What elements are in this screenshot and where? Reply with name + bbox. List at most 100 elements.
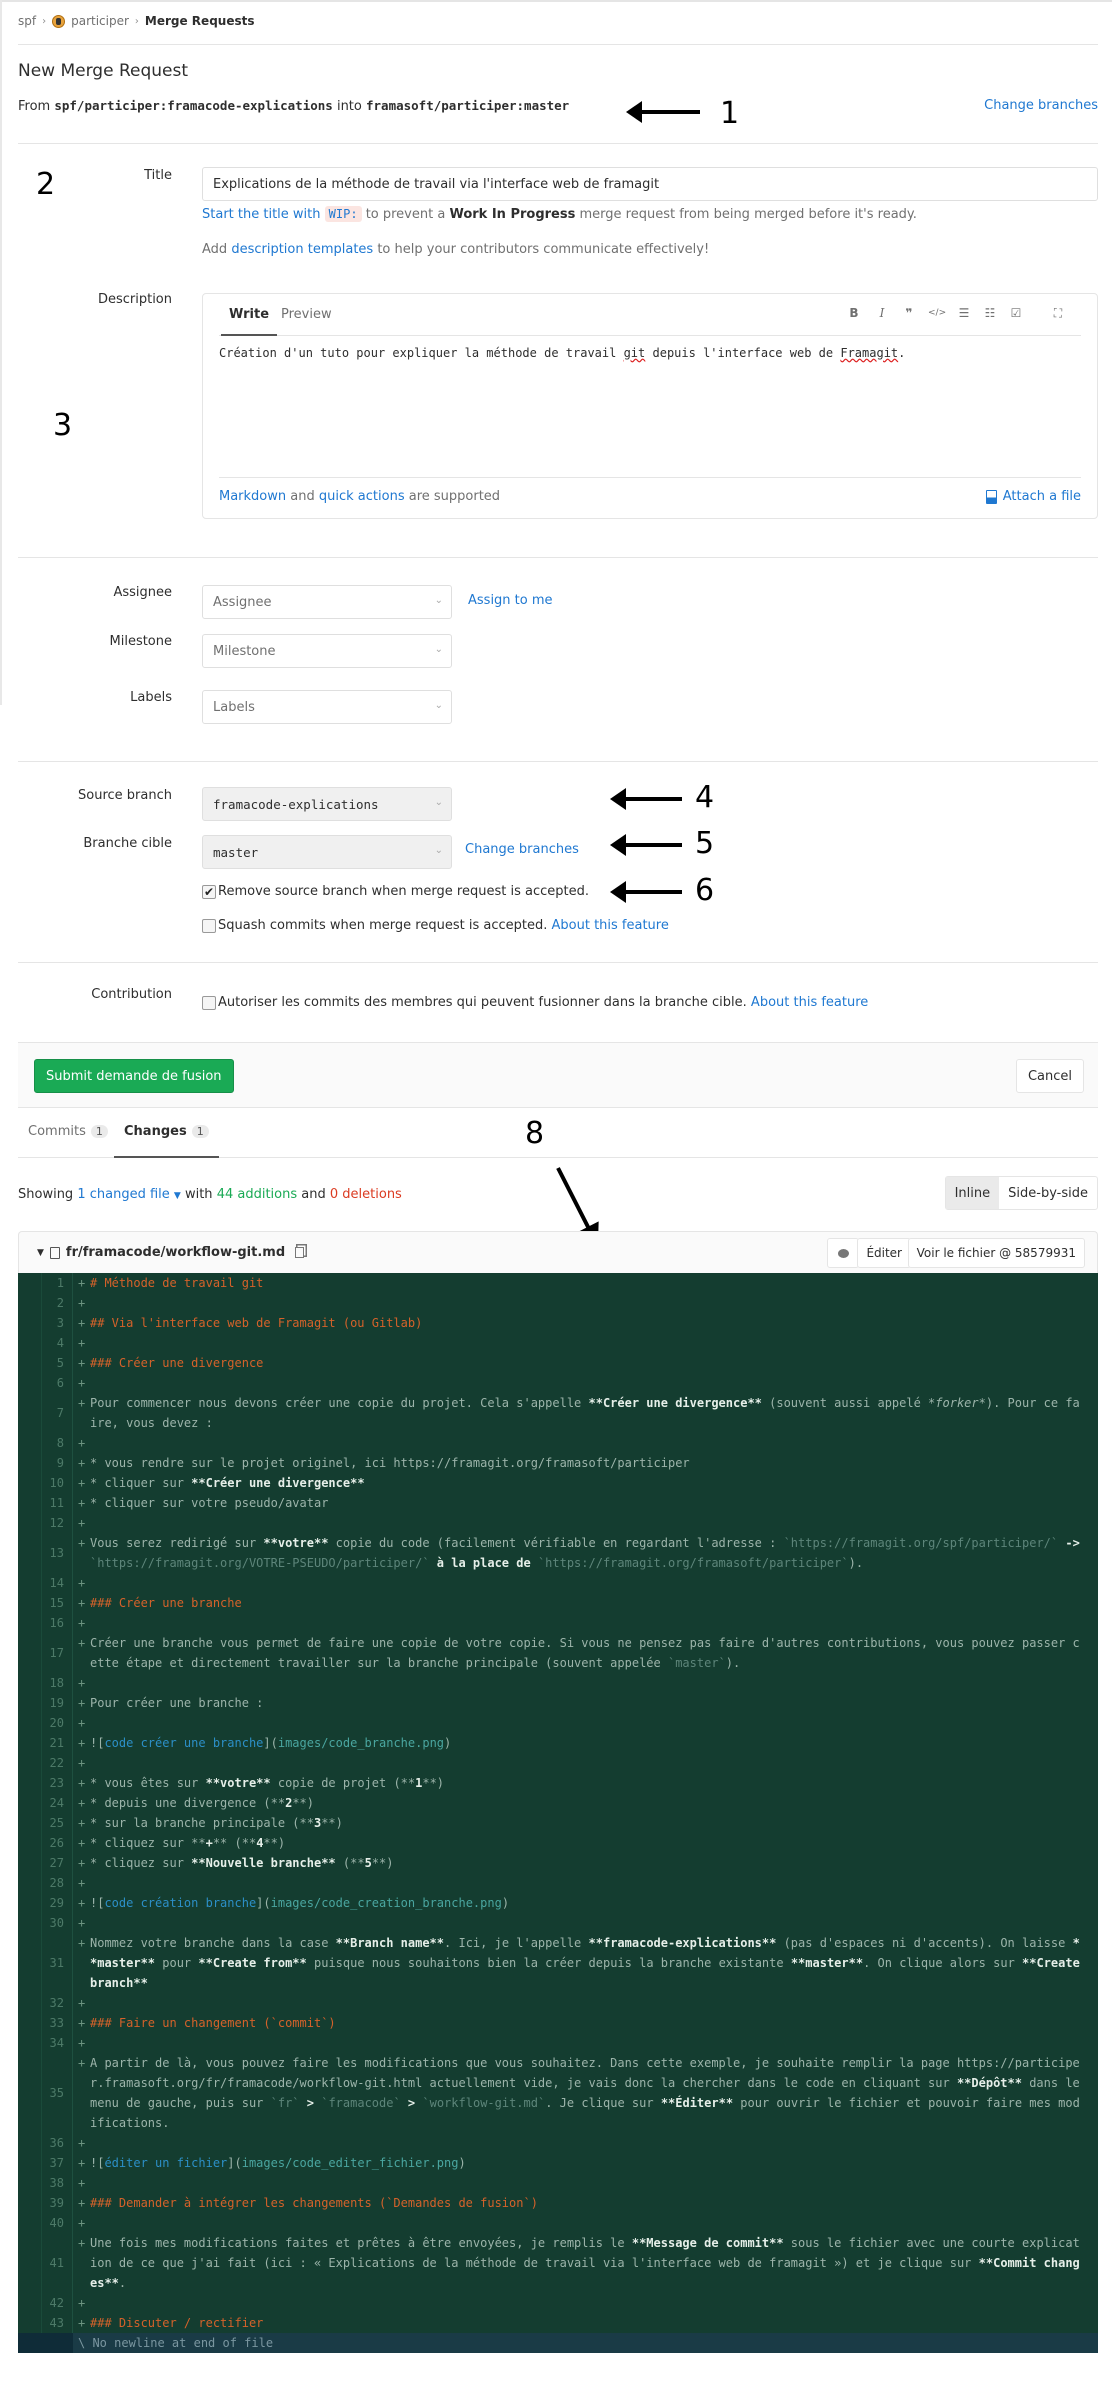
task-list-icon[interactable]: ☑ (1009, 306, 1023, 320)
new-line-number[interactable]: 33 (42, 2013, 73, 2033)
new-line-number[interactable]: 37 (42, 2153, 73, 2173)
old-line-number[interactable] (18, 1613, 42, 1633)
remove-source-checkbox[interactable]: ✔ (202, 884, 216, 899)
new-line-number[interactable]: 13 (42, 1533, 73, 1573)
new-line-number[interactable]: 17 (42, 1633, 73, 1673)
new-line-number[interactable]: 6 (42, 1373, 73, 1393)
tab-preview[interactable]: Preview (281, 307, 332, 322)
collapse-caret-icon[interactable]: ▼ (37, 1248, 44, 1258)
source-branch-dropdown[interactable]: framacode-explications ⌄ (202, 787, 452, 821)
new-line-number[interactable]: 27 (42, 1853, 73, 1873)
new-line-number[interactable]: 39 (42, 2193, 73, 2213)
new-line-number[interactable]: 7 (42, 1393, 73, 1433)
description-templates-link[interactable]: description templates (231, 242, 373, 257)
allow-commits-checkbox[interactable] (202, 995, 216, 1010)
change-branches-link-2[interactable]: Change branches (465, 842, 579, 857)
old-line-number[interactable] (18, 1793, 42, 1813)
wip-link[interactable]: Start the title with (202, 207, 321, 222)
old-line-number[interactable] (18, 1993, 42, 2013)
squash-checkbox[interactable] (202, 918, 216, 933)
new-line-number[interactable]: 32 (42, 1993, 73, 2013)
old-line-number[interactable] (18, 2293, 42, 2313)
changed-files-dropdown[interactable]: 1 changed file ▼ (77, 1187, 181, 1202)
code-icon[interactable]: </> (928, 308, 946, 318)
new-line-number[interactable]: 18 (42, 1673, 73, 1693)
change-branches-link[interactable]: Change branches (984, 98, 1098, 113)
milestone-dropdown[interactable]: Milestone ⌄ (202, 634, 452, 668)
old-line-number[interactable] (18, 1593, 42, 1613)
bold-icon[interactable]: B (847, 306, 861, 320)
assignee-dropdown[interactable]: Assignee ⌄ (202, 585, 452, 619)
title-input[interactable]: Explications de la méthode de travail vi… (202, 167, 1098, 201)
old-line-number[interactable] (18, 2033, 42, 2053)
attach-file-button[interactable]: Attach a file (985, 489, 1081, 504)
old-line-number[interactable] (18, 1713, 42, 1733)
new-line-number[interactable]: 19 (42, 1693, 73, 1713)
old-line-number[interactable] (18, 1353, 42, 1373)
breadcrumb-participer[interactable]: participer (71, 14, 129, 28)
old-line-number[interactable] (18, 1873, 42, 1893)
description-textarea[interactable]: Création d'un tuto pour expliquer la mét… (219, 346, 905, 360)
new-line-number[interactable]: 9 (42, 1453, 73, 1473)
new-line-number[interactable]: 20 (42, 1713, 73, 1733)
about-squash-link[interactable]: About this feature (552, 918, 669, 933)
new-line-number[interactable]: 34 (42, 2033, 73, 2053)
old-line-number[interactable] (18, 2013, 42, 2033)
old-line-number[interactable] (18, 1453, 42, 1473)
new-line-number[interactable]: 12 (42, 1513, 73, 1533)
new-line-number[interactable]: 11 (42, 1493, 73, 1513)
old-line-number[interactable] (18, 2233, 42, 2293)
italic-icon[interactable]: I (875, 306, 889, 320)
new-line-number[interactable]: 21 (42, 1733, 73, 1753)
assign-to-me-link[interactable]: Assign to me (468, 593, 553, 608)
quote-icon[interactable]: ❞ (902, 306, 916, 320)
new-line-number[interactable]: 14 (42, 1573, 73, 1593)
tab-write[interactable]: Write (220, 307, 278, 336)
old-line-number[interactable] (18, 1833, 42, 1853)
old-line-number[interactable] (18, 1513, 42, 1533)
new-line-number[interactable]: 1 (42, 1273, 73, 1293)
old-line-number[interactable] (18, 1313, 42, 1333)
old-line-number[interactable] (18, 1293, 42, 1313)
old-line-number[interactable] (18, 1773, 42, 1793)
copy-icon[interactable] (295, 1247, 305, 1258)
new-line-number[interactable]: 38 (42, 2173, 73, 2193)
labels-dropdown[interactable]: Labels ⌄ (202, 690, 452, 724)
old-line-number[interactable] (18, 1893, 42, 1913)
numbered-list-icon[interactable]: ☷ (983, 306, 997, 320)
old-line-number[interactable] (18, 1533, 42, 1573)
new-line-number[interactable]: 26 (42, 1833, 73, 1853)
new-line-number[interactable]: 35 (42, 2053, 73, 2133)
old-line-number[interactable] (18, 1633, 42, 1673)
new-line-number[interactable]: 40 (42, 2213, 73, 2233)
markdown-link[interactable]: Markdown (219, 489, 286, 504)
old-line-number[interactable] (18, 1733, 42, 1753)
new-line-number[interactable]: 5 (42, 1353, 73, 1373)
new-line-number[interactable]: 28 (42, 1873, 73, 1893)
tab-changes[interactable]: Changes 1 (114, 1124, 219, 1158)
old-line-number[interactable] (18, 1433, 42, 1453)
submit-merge-request-button[interactable]: Submit demande de fusion (34, 1059, 234, 1093)
old-line-number[interactable] (18, 1693, 42, 1713)
old-line-number[interactable] (18, 2053, 42, 2133)
target-branch-dropdown[interactable]: master ⌄ (202, 835, 452, 869)
bullet-list-icon[interactable]: ☰ (957, 306, 971, 320)
new-line-number[interactable]: 3 (42, 1313, 73, 1333)
toggle-comments-button[interactable] (827, 1238, 859, 1268)
old-line-number[interactable] (18, 1473, 42, 1493)
old-line-number[interactable] (18, 2313, 42, 2333)
new-line-number[interactable]: 43 (42, 2313, 73, 2333)
breadcrumb-current[interactable]: Merge Requests (145, 14, 255, 28)
new-line-number[interactable]: 23 (42, 1773, 73, 1793)
tab-commits[interactable]: Commits 1 (28, 1124, 108, 1139)
quick-actions-link[interactable]: quick actions (319, 489, 405, 504)
new-line-number[interactable]: 30 (42, 1913, 73, 1933)
old-line-number[interactable] (18, 1853, 42, 1873)
new-line-number[interactable]: 31 (42, 1933, 73, 1993)
old-line-number[interactable] (18, 1393, 42, 1433)
side-by-side-view-button[interactable]: Side-by-side (999, 1177, 1097, 1209)
view-file-button[interactable]: Voir le fichier @ 58579931 (907, 1238, 1085, 1268)
new-line-number[interactable]: 8 (42, 1433, 73, 1453)
old-line-number[interactable] (18, 1913, 42, 1933)
new-line-number[interactable]: 25 (42, 1813, 73, 1833)
